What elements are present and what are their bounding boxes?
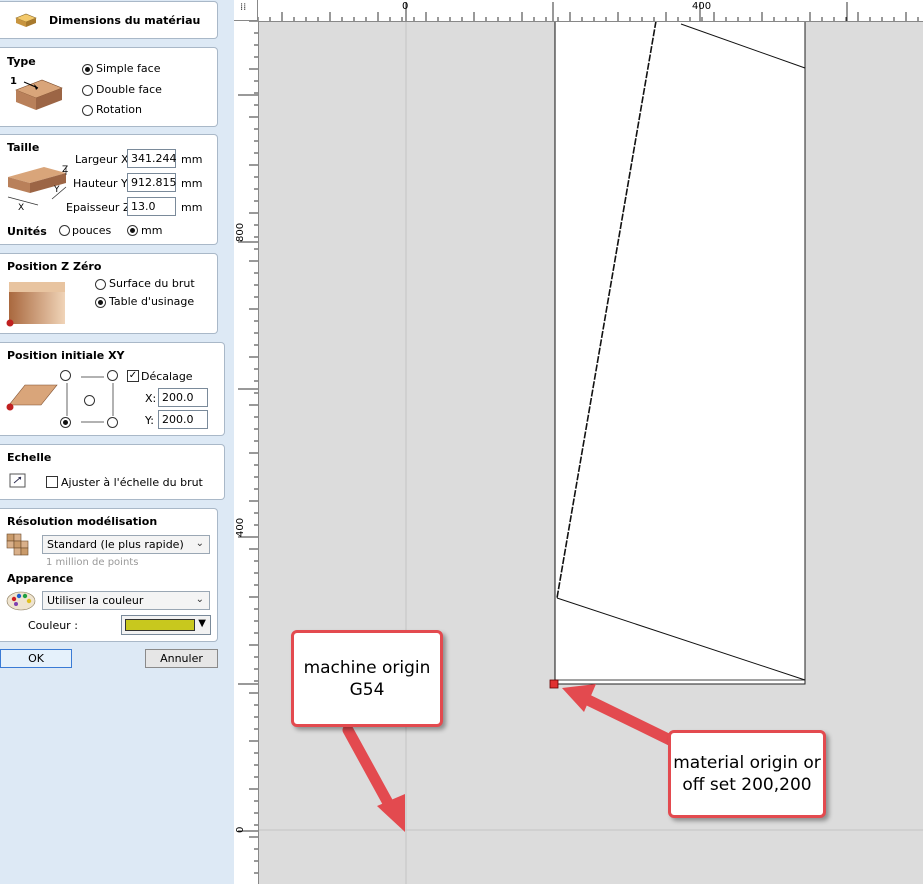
material-sheet <box>554 20 806 685</box>
ruler-left-label-800: 800 <box>235 222 246 242</box>
machine-origin-callout: machine origin G54 <box>291 630 443 727</box>
material-origin-callout: material origin or off set 200,200 <box>668 730 826 818</box>
ruler-top: 0 400 <box>234 0 923 22</box>
ruler-left-label-0: 0 <box>235 826 246 833</box>
ruler-top-label-0: 0 <box>402 1 409 12</box>
ruler-left-label-400: 400 <box>235 517 246 537</box>
ruler-left: 800 400 0 <box>234 21 259 884</box>
ruler-corner[interactable]: ⁞⁞ <box>234 0 258 21</box>
material-origin-marker <box>549 679 559 689</box>
ruler-top-label-400: 400 <box>692 1 712 12</box>
ruler-corner-icon: ⁞⁞ <box>240 2 247 13</box>
